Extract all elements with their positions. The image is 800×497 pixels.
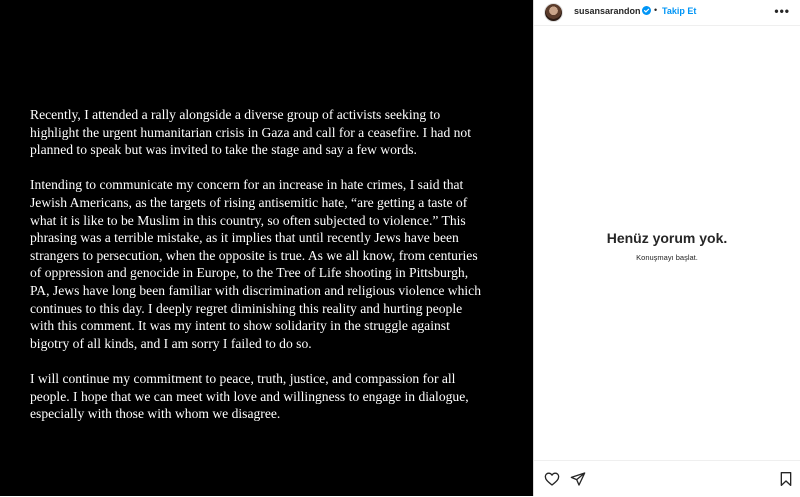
text-line: planned to speak but was invited to take… (30, 142, 417, 158)
text-line: bigotry of all kinds, and I am sorry I f… (30, 335, 312, 351)
text-line: continues to this day. I deeply regret d… (30, 300, 463, 316)
text-line: of oppression and genocide in Europe, to… (30, 265, 469, 281)
empty-comments-subtitle: Konuşmayı başlat. (636, 253, 698, 262)
bookmark-icon[interactable] (778, 471, 794, 487)
text-line: Intending to communicate my concern for … (30, 177, 464, 193)
text-line: with this comment. It was my intent to s… (30, 318, 450, 334)
more-options-icon[interactable]: ••• (774, 4, 790, 18)
verified-badge-icon (642, 6, 651, 15)
heart-icon[interactable] (544, 471, 560, 487)
text-line: PA, Jews have long been familiar with di… (30, 282, 482, 298)
separator-dot: • (654, 5, 658, 15)
avatar[interactable] (544, 3, 563, 22)
text-line: what it is like to be Muslim in this cou… (30, 212, 466, 228)
text-line: people. I hope that we can meet with lov… (30, 388, 469, 404)
post-image: Recently, I attended a rally alongside a… (0, 0, 533, 496)
username-link[interactable]: susansarandon (574, 6, 641, 16)
post-image-text: Recently, I attended a rally alongside a… (30, 106, 525, 440)
paragraph-2: Intending to communicate my concern for … (30, 176, 525, 352)
paragraph-1: Recently, I attended a rally alongside a… (30, 106, 525, 159)
empty-comments-title: Henüz yorum yok. (606, 230, 728, 246)
comments-panel: susansarandon • Takip Et ••• Henüz yorum… (533, 0, 800, 496)
text-line: highlight the urgent humanitarian crisis… (30, 124, 472, 140)
text-line: strangers to persecution, when the oppos… (30, 247, 478, 263)
paper-plane-icon[interactable] (570, 471, 586, 487)
text-line: phrasing was a terrible mistake, as it i… (30, 230, 459, 246)
action-bar (534, 460, 800, 497)
text-line: especially with those with whom we disag… (30, 406, 281, 422)
follow-button[interactable]: Takip Et (662, 6, 696, 16)
paragraph-3: I will continue my commitment to peace, … (30, 370, 525, 423)
text-line: Recently, I attended a rally alongside a… (30, 107, 441, 122)
post-header: susansarandon • Takip Et ••• (534, 0, 800, 26)
text-line: I will continue my commitment to peace, … (30, 370, 456, 386)
text-line: Jewish Americans, as the targets of risi… (30, 194, 468, 210)
